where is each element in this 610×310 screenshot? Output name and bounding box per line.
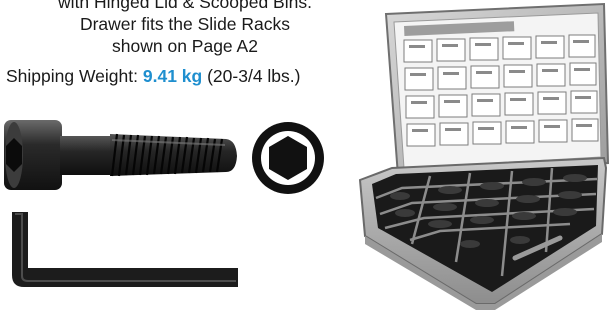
- hex-socket-recess: [269, 136, 307, 180]
- screw-shank: [60, 136, 112, 175]
- drawer-front-lip: [365, 234, 602, 310]
- caption-line-2: Drawer fits the Slide Racks: [79, 14, 291, 34]
- drawer-compartments: [372, 165, 598, 292]
- screw-thread-lines: [110, 133, 224, 177]
- screw-head-face: [5, 122, 23, 188]
- shipping-weight: Shipping Weight: 9.41 kg (20-3/4 lbs.): [6, 65, 386, 87]
- drawer-parts: [390, 174, 587, 248]
- drawer-tray: [358, 156, 608, 305]
- drawer-lid-chart: [393, 12, 602, 169]
- drawer-lid: [384, 2, 610, 178]
- shipping-weight-label: Shipping Weight:: [6, 66, 138, 86]
- drawer-lid-label-marks: [409, 40, 592, 132]
- screw-thread: [110, 134, 237, 176]
- hex-socket-outer: [252, 122, 324, 194]
- screw-image: [4, 120, 237, 190]
- hex-socket-ring: [261, 131, 315, 185]
- product-caption: with Hinged Lid & Scooped Bins. Drawer f…: [0, 0, 370, 57]
- screw-socket: [6, 138, 22, 172]
- drawer-lid-labels: [403, 34, 599, 147]
- drawer-hex-key: [512, 235, 563, 261]
- screw-head: [4, 120, 62, 190]
- shipping-weight-imperial: (20-3/4 lbs.): [207, 66, 301, 86]
- shipping-weight-metric: 9.41 kg: [142, 66, 203, 86]
- caption-line-3: shown on Page A2: [112, 36, 258, 56]
- drawer-dividers: [375, 167, 598, 277]
- hex-socket-image: [252, 122, 324, 194]
- hex-key-body: [12, 212, 238, 287]
- caption-line-1: with Hinged Lid & Scooped Bins.: [58, 0, 312, 12]
- hex-key-image: [12, 212, 238, 287]
- drawer-image: [358, 2, 610, 310]
